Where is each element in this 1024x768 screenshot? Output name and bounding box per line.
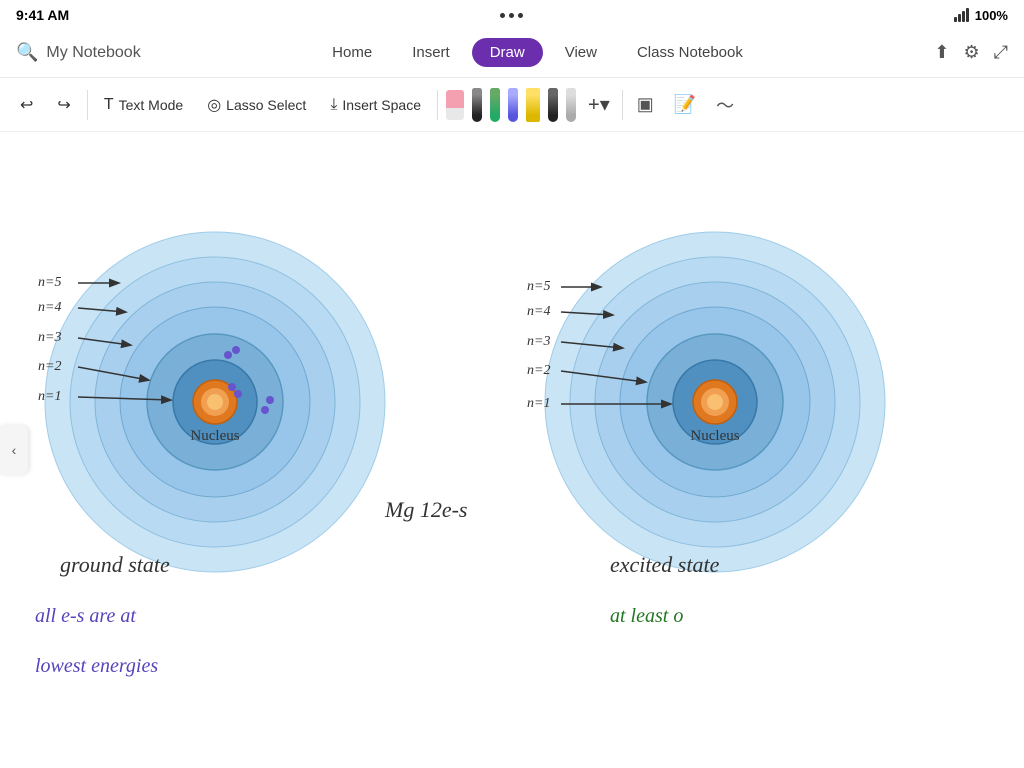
- tab-class-notebook[interactable]: Class Notebook: [619, 38, 761, 67]
- nucleus-label-right: Nucleus: [690, 428, 739, 444]
- top-nav: 🔍 My Notebook Home Insert Draw View Clas…: [0, 28, 1024, 78]
- tab-insert[interactable]: Insert: [394, 38, 468, 67]
- svg-text:n=5: n=5: [38, 275, 61, 290]
- nav-right: ⬆ ⚙ ⤢: [934, 42, 1008, 63]
- insert-space-button[interactable]: ⤓ Insert Space: [318, 90, 433, 120]
- status-bar: 9:41 AM 100%: [0, 0, 1024, 28]
- toolbar: ↩ ↪ T Text Mode ◎ Lasso Select ⤓ Insert …: [0, 78, 1024, 132]
- svg-text:all e-s are at: all e-s are at: [35, 605, 136, 627]
- pen-black[interactable]: [468, 86, 486, 124]
- lasso-label: Lasso Select: [226, 97, 306, 113]
- pen-black-icon: [472, 88, 482, 122]
- search-icon[interactable]: 🔍: [16, 42, 38, 63]
- insert-space-label: Insert Space: [342, 97, 421, 113]
- eraser-icon: [446, 90, 464, 120]
- svg-text:n=3: n=3: [527, 334, 550, 349]
- shapes-button[interactable]: ▣: [627, 90, 664, 119]
- tab-home[interactable]: Home: [314, 38, 390, 67]
- svg-text:n=1: n=1: [38, 389, 61, 404]
- signal-icon: [954, 8, 969, 22]
- tab-draw[interactable]: Draw: [472, 38, 543, 67]
- svg-text:n=5: n=5: [527, 279, 550, 294]
- pen-blue-icon: [508, 88, 518, 122]
- tab-view[interactable]: View: [547, 38, 615, 67]
- svg-text:n=2: n=2: [38, 359, 61, 374]
- svg-text:Mg 12e-s: Mg 12e-s: [384, 497, 467, 522]
- svg-text:excited state: excited state: [610, 552, 720, 577]
- pen-dark-icon: [548, 88, 558, 122]
- svg-text:n=3: n=3: [38, 330, 61, 345]
- pen-blue[interactable]: [504, 86, 522, 124]
- canvas-area: ‹ Nucleus n=5 n=4 n=3 n=2 n=1: [0, 132, 1024, 768]
- svg-text:n=4: n=4: [527, 304, 550, 319]
- battery-label: 100%: [975, 8, 1008, 23]
- nucleus-label-left: Nucleus: [190, 428, 239, 444]
- dot2: [509, 13, 514, 18]
- text-mode-button[interactable]: T Text Mode: [92, 90, 195, 120]
- redo-button[interactable]: ↪: [45, 89, 82, 121]
- eraser-tool[interactable]: [442, 88, 468, 122]
- status-right: 100%: [954, 8, 1008, 23]
- sticky-note-button[interactable]: 📝: [664, 90, 706, 119]
- separator-1: [87, 90, 88, 120]
- redo-icon: ↪: [57, 95, 70, 115]
- nav-left: 🔍 My Notebook: [16, 42, 141, 63]
- pen-light[interactable]: [562, 86, 580, 124]
- share-icon[interactable]: ⬆: [934, 42, 949, 63]
- svg-text:n=1: n=1: [527, 396, 550, 411]
- pen-light-icon: [566, 88, 576, 122]
- insert-space-icon: ⤓: [330, 96, 337, 114]
- drawing-canvas[interactable]: Nucleus n=5 n=4 n=3 n=2 n=1 ground state…: [0, 132, 1024, 768]
- fullscreen-icon[interactable]: ⤢: [994, 42, 1008, 63]
- pen-green-icon: [490, 88, 500, 122]
- svg-text:n=4: n=4: [38, 300, 61, 315]
- text-mode-label: Text Mode: [119, 97, 184, 113]
- pen-yellow-icon: [526, 88, 540, 122]
- svg-text:n=2: n=2: [527, 363, 550, 378]
- nav-tabs: Home Insert Draw View Class Notebook: [314, 38, 761, 67]
- svg-text:at least o: at least o: [610, 605, 683, 627]
- svg-text:lowest energies: lowest energies: [35, 655, 158, 677]
- pen-dark[interactable]: [544, 86, 562, 124]
- more-button[interactable]: 〜: [706, 88, 744, 122]
- undo-icon: ↩: [20, 95, 33, 115]
- side-nav-button[interactable]: ‹: [0, 425, 28, 475]
- svg-text:ground state: ground state: [60, 552, 170, 577]
- notebook-title: My Notebook: [46, 44, 140, 62]
- dot3: [518, 13, 523, 18]
- settings-icon[interactable]: ⚙: [963, 42, 979, 63]
- add-pen-button[interactable]: +▾: [580, 88, 618, 121]
- separator-2: [437, 90, 438, 120]
- undo-button[interactable]: ↩: [8, 89, 45, 121]
- text-mode-icon: T: [104, 96, 114, 114]
- separator-3: [622, 90, 623, 120]
- status-time: 9:41 AM: [16, 7, 69, 23]
- lasso-select-button[interactable]: ◎ Lasso Select: [195, 89, 318, 121]
- pen-yellow[interactable]: [522, 86, 544, 124]
- pen-green[interactable]: [486, 86, 504, 124]
- status-center: [500, 13, 523, 18]
- dot1: [500, 13, 505, 18]
- lasso-icon: ◎: [207, 95, 221, 115]
